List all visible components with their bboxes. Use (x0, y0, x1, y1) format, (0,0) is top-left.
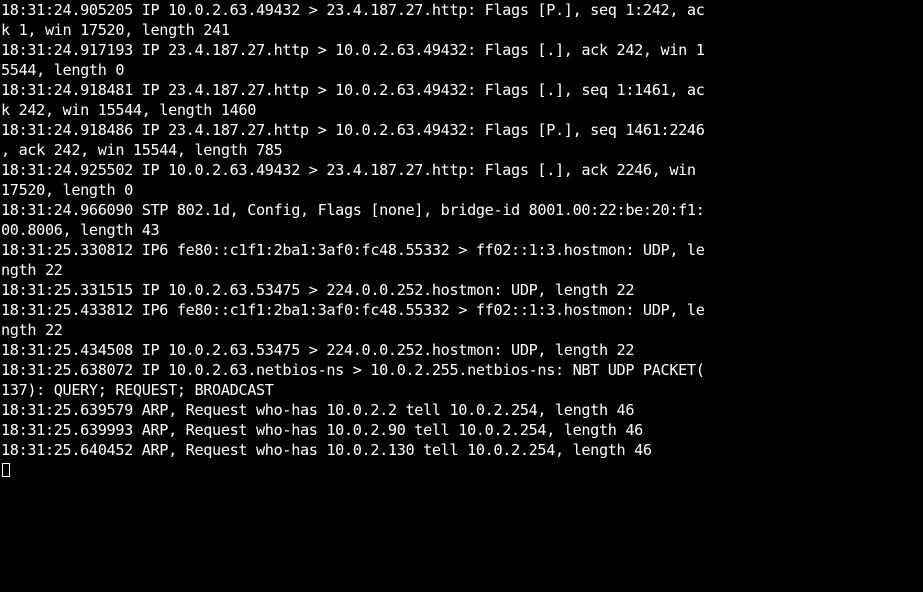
output-line: 00.8006, length 43 (1, 221, 160, 239)
terminal-output: 18:31:24.905205 IP 10.0.2.63.49432 > 23.… (1, 0, 922, 480)
output-line: 18:31:25.433812 IP6 fe80::c1f1:2ba1:3af0… (1, 301, 705, 319)
output-line: 18:31:24.917193 IP 23.4.187.27.http > 10… (1, 41, 705, 59)
output-line: 17520, length 0 (1, 181, 133, 199)
output-line: 18:31:25.330812 IP6 fe80::c1f1:2ba1:3af0… (1, 241, 705, 259)
output-line: 18:31:25.639579 ARP, Request who-has 10.… (1, 401, 635, 419)
output-line: 18:31:24.918481 IP 23.4.187.27.http > 10… (1, 81, 705, 99)
output-line: 18:31:24.925502 IP 10.0.2.63.49432 > 23.… (1, 161, 696, 179)
output-line: 18:31:25.638072 IP 10.0.2.63.netbios-ns … (1, 361, 705, 379)
output-line: 18:31:24.918486 IP 23.4.187.27.http > 10… (1, 121, 705, 139)
output-line: 18:31:24.966090 STP 802.1d, Config, Flag… (1, 201, 705, 219)
output-line: 18:31:24.905205 IP 10.0.2.63.49432 > 23.… (1, 1, 705, 19)
prompt-line[interactable] (1, 460, 922, 480)
output-line: 18:31:25.639993 ARP, Request who-has 10.… (1, 421, 643, 439)
output-line: k 1, win 17520, length 241 (1, 21, 230, 39)
output-line: ngth 22 (1, 321, 63, 339)
output-line: k 242, win 15544, length 1460 (1, 101, 257, 119)
output-line: ngth 22 (1, 261, 63, 279)
output-line: 5544, length 0 (1, 61, 125, 79)
output-line: 137): QUERY; REQUEST; BROADCAST (1, 381, 274, 399)
terminal-window[interactable]: 18:31:24.905205 IP 10.0.2.63.49432 > 23.… (0, 0, 923, 592)
output-line: , ack 242, win 15544, length 785 (1, 141, 283, 159)
block-cursor-icon (2, 463, 10, 477)
output-line: 18:31:25.640452 ARP, Request who-has 10.… (1, 441, 652, 459)
output-line: 18:31:25.331515 IP 10.0.2.63.53475 > 224… (1, 281, 635, 299)
output-line: 18:31:25.434508 IP 10.0.2.63.53475 > 224… (1, 341, 635, 359)
